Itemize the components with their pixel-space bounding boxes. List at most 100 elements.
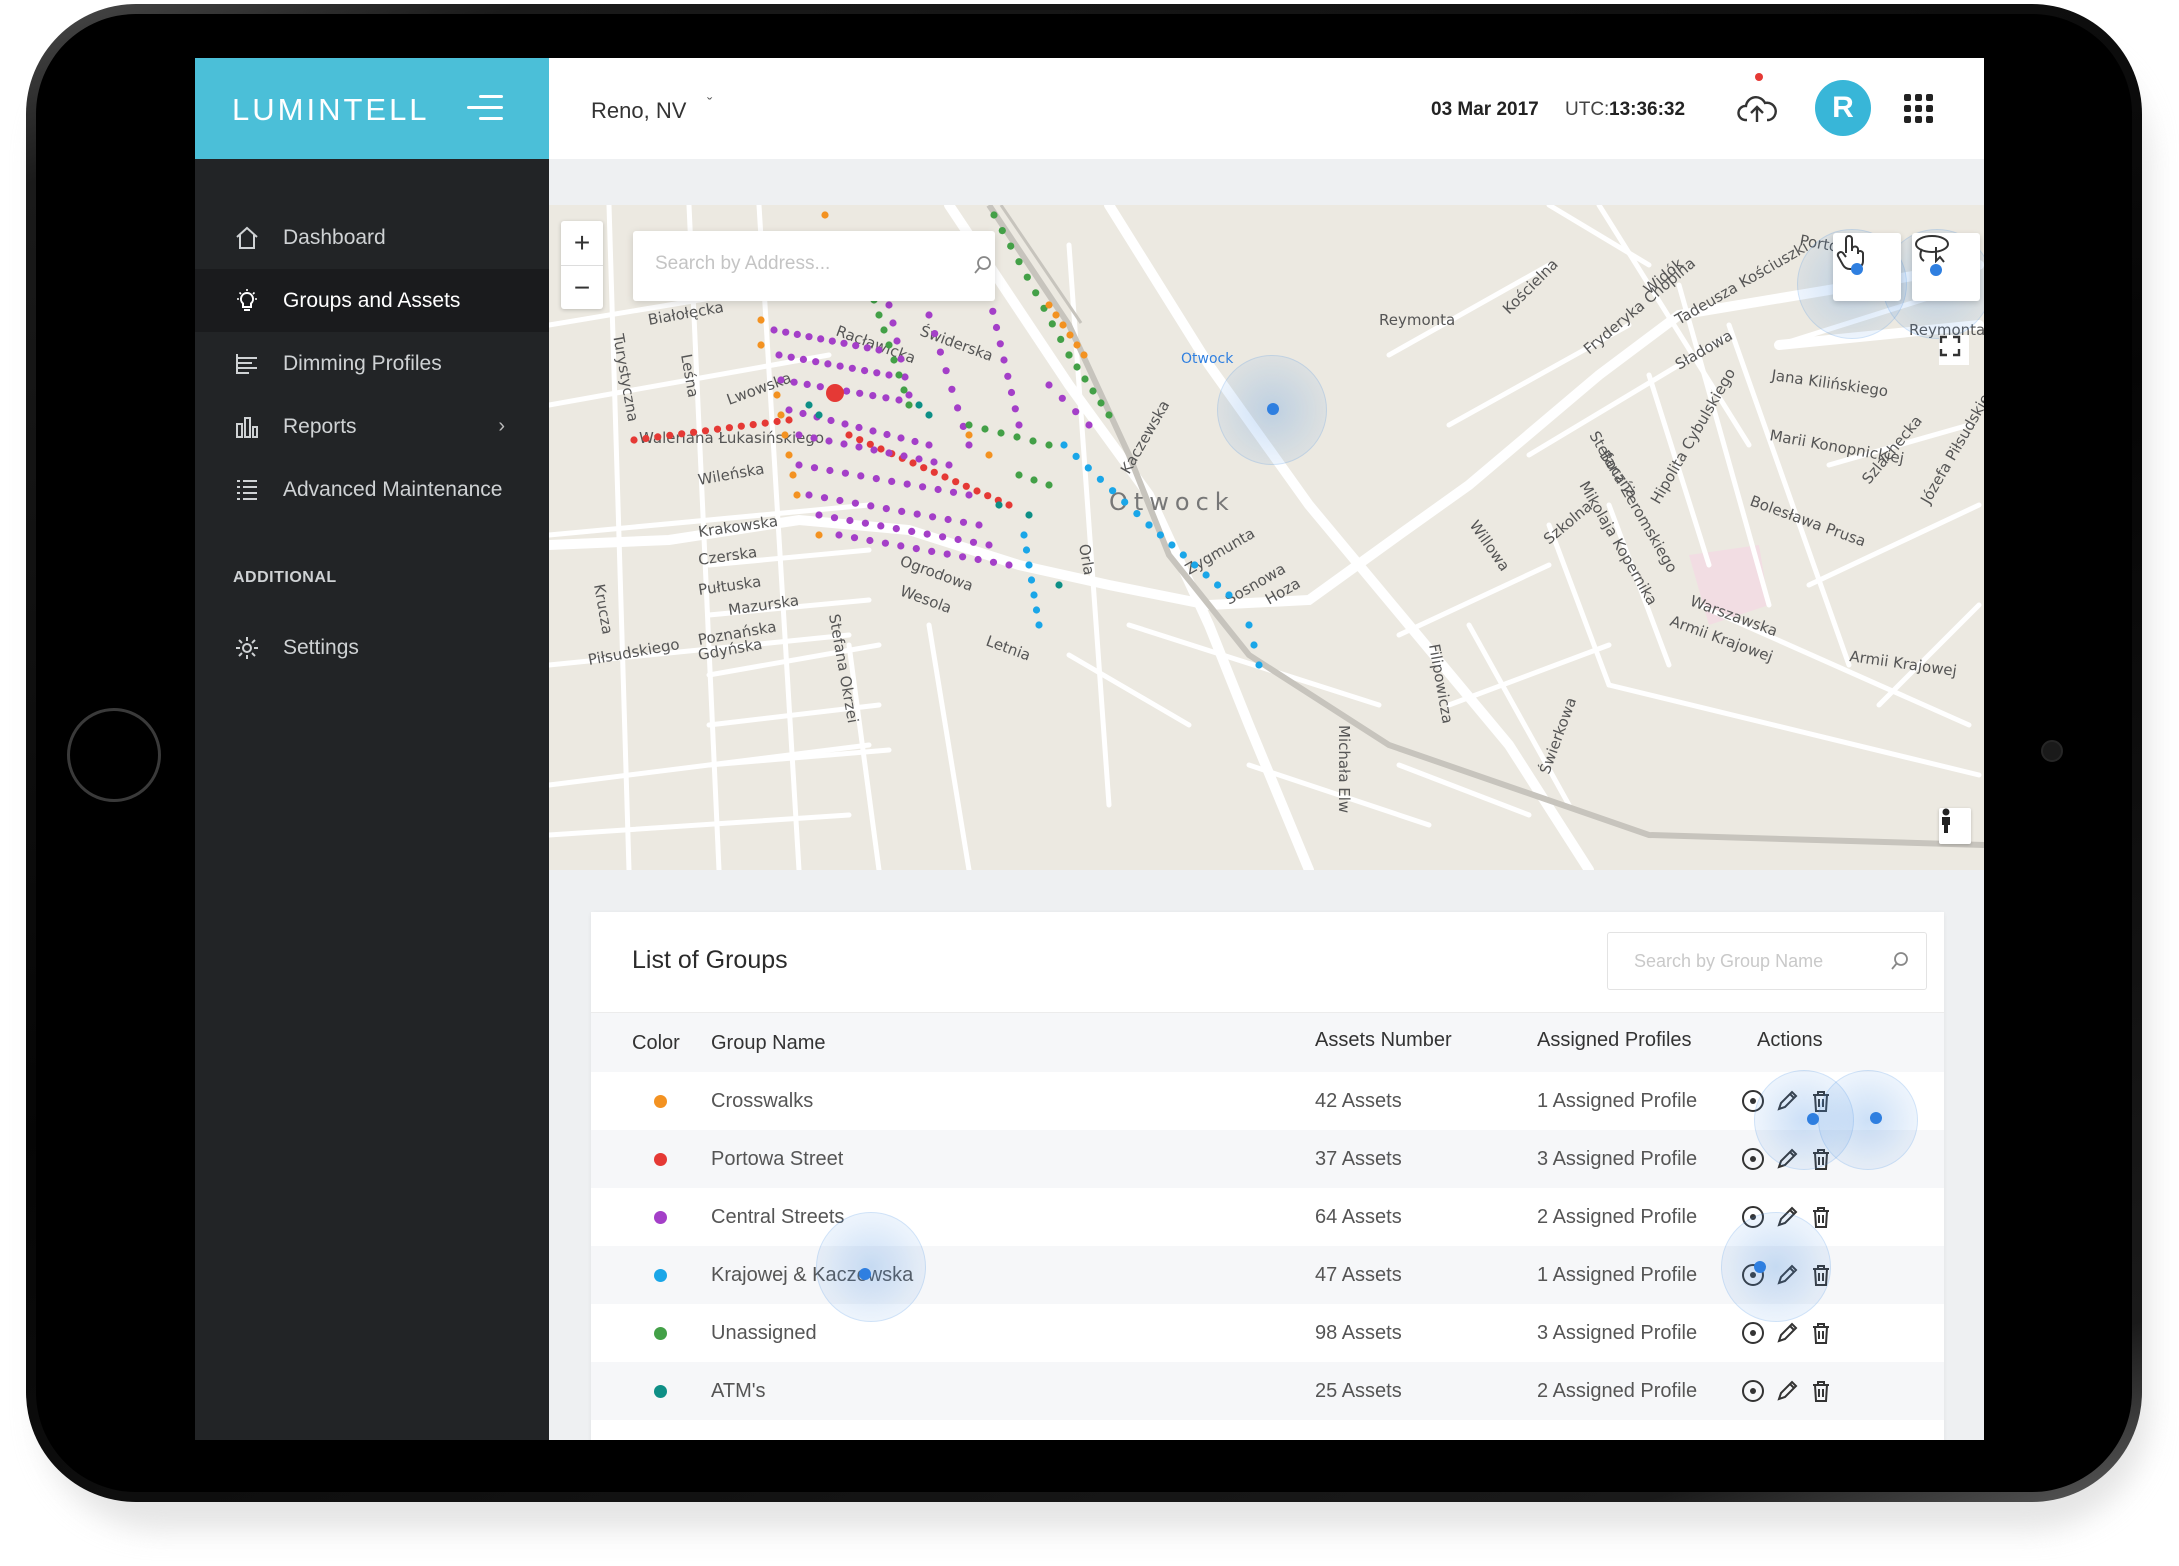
asset-marker[interactable]: [642, 434, 650, 443]
column-header-assigned-profiles[interactable]: Assigned Profiles: [1537, 1029, 1692, 1052]
asset-marker[interactable]: [1029, 437, 1037, 445]
asset-marker[interactable]: [989, 307, 997, 315]
asset-marker[interactable]: [630, 436, 638, 444]
asset-marker[interactable]: [845, 431, 853, 439]
asset-marker[interactable]: [1032, 606, 1041, 614]
sidebar-item-advanced-maintenance[interactable]: Advanced Maintenance: [195, 458, 549, 521]
alert-marker-icon[interactable]: [826, 384, 844, 402]
asset-marker[interactable]: [1066, 331, 1074, 339]
asset-marker[interactable]: [1005, 501, 1013, 509]
avatar[interactable]: R: [1815, 80, 1871, 136]
asset-marker[interactable]: [872, 475, 880, 483]
address-search-input[interactable]: [655, 253, 935, 275]
asset-marker[interactable]: [928, 547, 936, 555]
asset-marker[interactable]: [889, 319, 897, 327]
asset-marker[interactable]: [861, 519, 869, 527]
column-header-group-name[interactable]: Group Name: [711, 1032, 826, 1055]
asset-marker[interactable]: [761, 419, 769, 427]
asset-marker[interactable]: [1005, 561, 1013, 569]
asset-marker[interactable]: [1035, 621, 1043, 629]
asset-marker[interactable]: [725, 424, 733, 432]
sidebar-item-dimming-profiles[interactable]: Dimming Profiles: [195, 332, 549, 395]
asset-marker[interactable]: [777, 411, 785, 419]
asset-marker[interactable]: [810, 434, 818, 442]
asset-marker[interactable]: [873, 369, 881, 377]
chevron-down-icon[interactable]: ˇ: [707, 96, 712, 114]
asset-marker[interactable]: [815, 531, 823, 539]
table-row[interactable]: Unassigned 98 Assets 3 Assigned Profile: [591, 1304, 1944, 1362]
asset-marker[interactable]: [795, 461, 803, 469]
asset-marker[interactable]: [1255, 661, 1263, 669]
asset-marker[interactable]: [810, 464, 819, 472]
asset-marker[interactable]: [793, 491, 801, 499]
map-canvas[interactable]: ReymontaReymontaJana KilińskiegoMarii Ko…: [549, 205, 1984, 870]
asset-marker[interactable]: [1202, 571, 1210, 579]
asset-marker[interactable]: [1250, 641, 1258, 649]
zoom-in-button[interactable]: +: [561, 221, 603, 265]
asset-marker[interactable]: [908, 527, 916, 535]
group-name[interactable]: Crosswalks: [711, 1090, 813, 1113]
asset-marker[interactable]: [846, 516, 854, 525]
asset-marker[interactable]: [882, 394, 890, 402]
asset-marker[interactable]: [885, 341, 893, 349]
asset-marker[interactable]: [835, 531, 843, 539]
asset-marker[interactable]: [820, 494, 829, 502]
asset-marker[interactable]: [654, 433, 662, 441]
asset-marker[interactable]: [1011, 405, 1019, 413]
asset-marker[interactable]: [954, 404, 962, 412]
location-selector[interactable]: Reno, NV: [591, 98, 686, 124]
asset-marker[interactable]: [737, 422, 745, 430]
asset-marker[interactable]: [1065, 351, 1073, 359]
asset-marker[interactable]: [1022, 546, 1031, 554]
asset-marker[interactable]: [897, 434, 905, 442]
asset-marker[interactable]: [992, 323, 1001, 332]
pencil-icon[interactable]: [1773, 1377, 1801, 1405]
asset-marker[interactable]: [909, 459, 917, 467]
asset-marker[interactable]: [1023, 273, 1031, 281]
asset-marker[interactable]: [892, 525, 900, 533]
asset-marker[interactable]: [897, 355, 905, 363]
asset-marker[interactable]: [930, 468, 938, 476]
asset-marker[interactable]: [870, 446, 878, 454]
asset-marker[interactable]: [828, 337, 836, 345]
asset-marker[interactable]: [815, 411, 823, 419]
asset-marker[interactable]: [866, 536, 874, 545]
asset-marker[interactable]: [998, 227, 1006, 235]
asset-marker[interactable]: [803, 380, 811, 388]
asset-marker[interactable]: [875, 311, 883, 319]
asset-marker[interactable]: [678, 430, 686, 438]
apps-grid-icon[interactable]: [1904, 94, 1934, 124]
asset-marker[interactable]: [1156, 531, 1164, 539]
asset-marker[interactable]: [852, 342, 860, 350]
asset-marker[interactable]: [812, 358, 820, 366]
asset-marker[interactable]: [825, 437, 833, 445]
asset-marker[interactable]: [1145, 521, 1153, 529]
asset-marker[interactable]: [934, 485, 942, 494]
asset-marker[interactable]: [770, 326, 778, 334]
asset-marker[interactable]: [713, 425, 722, 433]
asset-marker[interactable]: [900, 452, 908, 460]
asset-marker[interactable]: [915, 455, 923, 463]
asset-marker[interactable]: [841, 469, 849, 477]
asset-marker[interactable]: [962, 482, 970, 490]
asset-marker[interactable]: [869, 392, 877, 400]
asset-marker[interactable]: [913, 510, 921, 518]
asset-marker[interactable]: [690, 428, 698, 436]
asset-marker[interactable]: [985, 451, 993, 459]
asset-marker[interactable]: [981, 425, 989, 433]
asset-marker[interactable]: [903, 480, 911, 488]
asset-marker[interactable]: [855, 423, 863, 432]
asset-marker[interactable]: [773, 417, 781, 426]
asset-marker[interactable]: [1055, 581, 1063, 589]
asset-marker[interactable]: [898, 507, 906, 515]
asset-marker[interactable]: [749, 421, 757, 429]
asset-marker[interactable]: [850, 534, 859, 542]
asset-marker[interactable]: [1072, 408, 1080, 416]
asset-marker[interactable]: [867, 502, 875, 510]
asset-marker[interactable]: [1025, 561, 1033, 569]
asset-marker[interactable]: [990, 211, 998, 219]
search-icon[interactable]: [1890, 951, 1910, 976]
asset-marker[interactable]: [1045, 381, 1053, 389]
asset-marker[interactable]: [1073, 363, 1081, 371]
asset-marker[interactable]: [877, 522, 885, 530]
